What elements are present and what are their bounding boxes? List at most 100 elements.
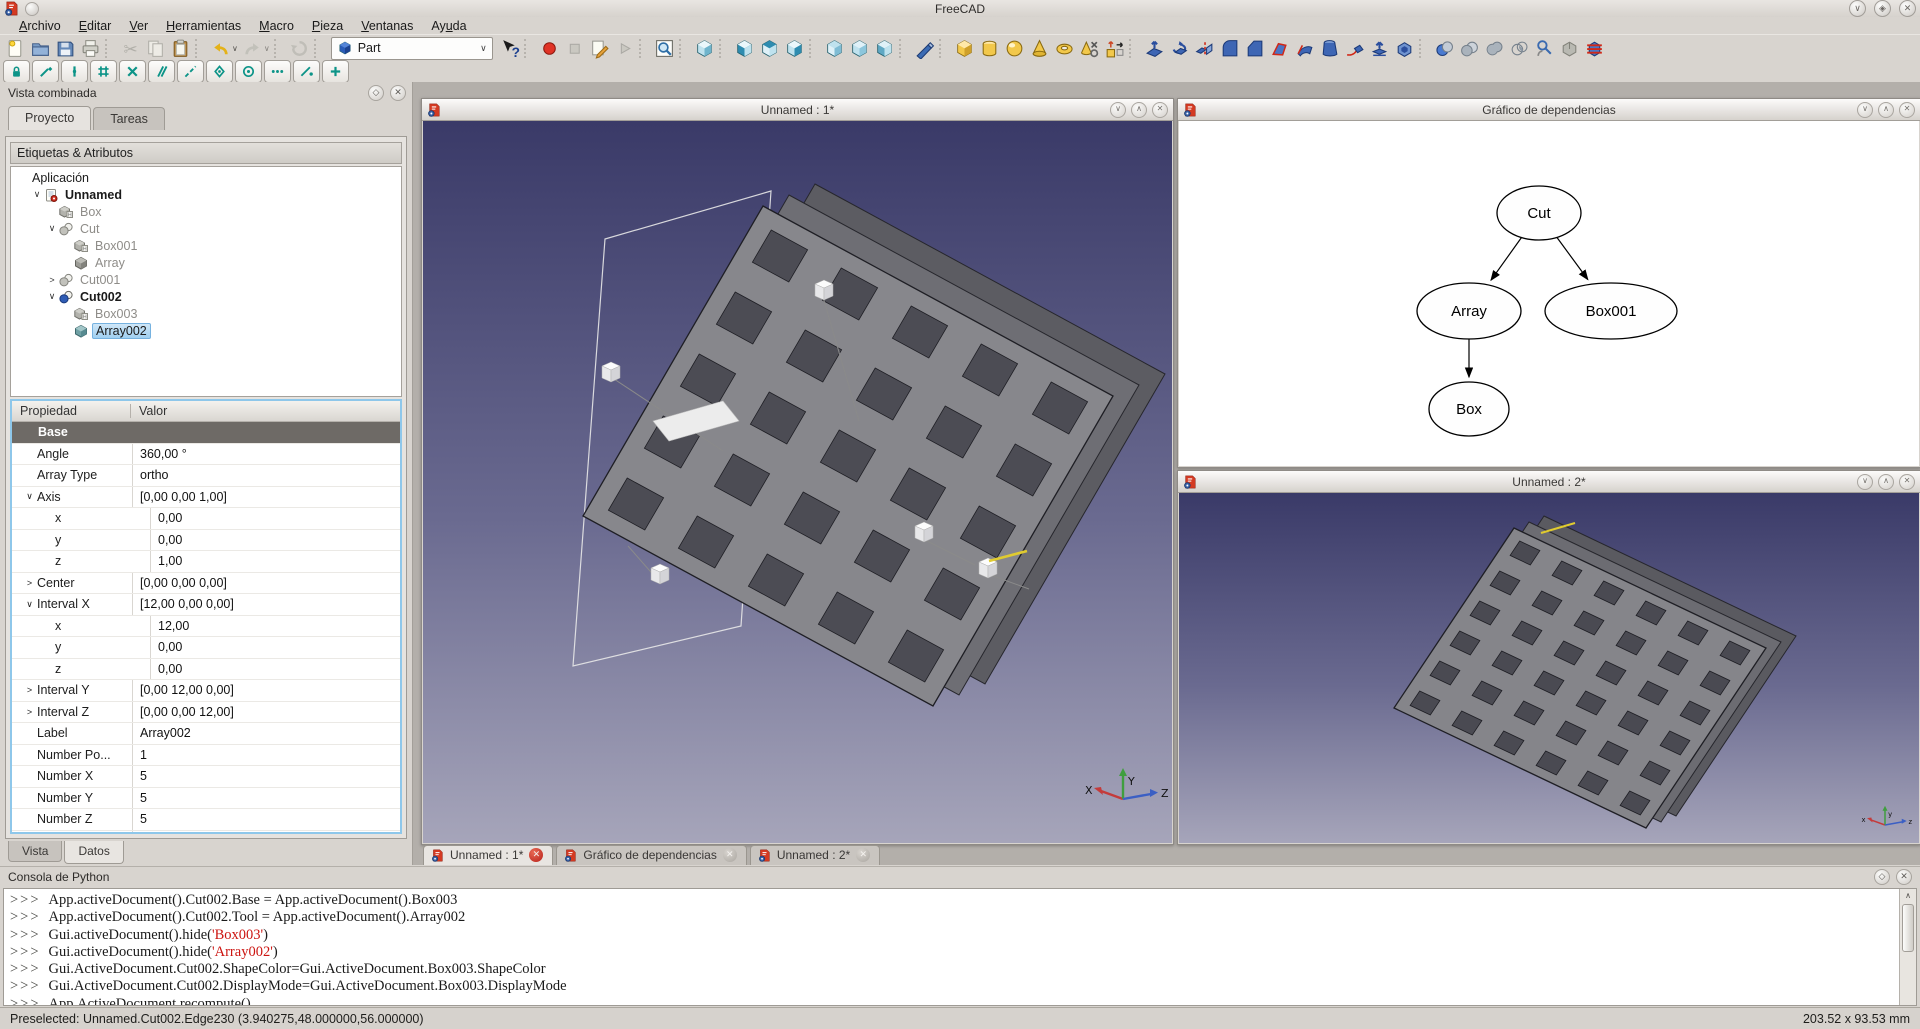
toolbar-button-view-bottom[interactable] (847, 36, 872, 60)
tab-proyecto[interactable]: Proyecto (8, 106, 91, 130)
tree-expander-icon[interactable]: ∨ (30, 189, 44, 200)
workbench-selector[interactable]: Part∨ (331, 37, 493, 60)
tab-datos[interactable]: Datos (64, 841, 123, 864)
property-row-x[interactable]: x0,00 (12, 508, 400, 530)
toolbar-button-boolean[interactable] (1432, 36, 1457, 60)
toolbar-button-fillet[interactable] (1217, 36, 1242, 60)
toolbar-button-create-primitives[interactable] (1102, 36, 1127, 60)
property-expander-icon[interactable]: > (22, 707, 37, 717)
graph-node-box[interactable]: Box (1429, 382, 1509, 436)
property-value[interactable]: 1 (133, 745, 400, 766)
column-propiedad[interactable]: Propiedad (12, 404, 131, 418)
property-value[interactable]: [0,00 0,00 0,00] (133, 573, 400, 594)
toolbar-button-boolean-intersection[interactable] (1507, 36, 1532, 60)
tree-item-unnamed[interactable]: ∨Unnamed (11, 186, 401, 203)
handle-cube[interactable] (602, 362, 620, 382)
toolbar-button-snap-midpoint[interactable] (61, 60, 88, 83)
toolbar-button-view-front[interactable] (732, 36, 757, 60)
toolbar-button-make-face[interactable] (1267, 36, 1292, 60)
property-row-x[interactable]: x12,00 (12, 616, 400, 638)
toolbar-button-view-top[interactable] (757, 36, 782, 60)
app-menu-button[interactable] (25, 2, 39, 16)
toolbar-button-file-open[interactable] (28, 36, 53, 60)
window-close-button[interactable]: ✕ (1899, 0, 1916, 17)
toolbar-button-snap-intersection[interactable] (119, 60, 146, 83)
toolbar-button-snap-dimensions[interactable] (264, 60, 291, 83)
toolbar-button-snap-parallel[interactable] (148, 60, 175, 83)
toolbar-button-ruled-surface[interactable] (1292, 36, 1317, 60)
graph-window-titlebar[interactable]: Gráfico de dependencias ∨∧✕ (1178, 99, 1920, 121)
property-row-interval-y[interactable]: >Interval Y[0,00 12,00 0,00] (12, 680, 400, 702)
handle-cube[interactable] (915, 522, 933, 542)
toolbar-button-thickness[interactable] (1392, 36, 1417, 60)
property-value[interactable]: [0,00 12,00 0,00] (133, 680, 400, 701)
toolbar-button-revolve[interactable] (1167, 36, 1192, 60)
toolbar-button-extrude[interactable] (1142, 36, 1167, 60)
property-row-interval-z[interactable]: >Interval Z[0,00 0,00 12,00] (12, 702, 400, 724)
toolbar-button-snap-endpoint[interactable] (32, 60, 59, 83)
toolbar-button-refresh[interactable] (287, 36, 312, 60)
dropdown-arrow-icon[interactable]: ∨ (264, 44, 270, 53)
property-expander-icon[interactable]: ∨ (22, 599, 37, 610)
toolbar-button-view-rear[interactable] (822, 36, 847, 60)
property-value[interactable]: [0,00 0,00 1,00] (133, 487, 400, 508)
property-row-axis[interactable]: ∨Axis[0,00 0,00 1,00] (12, 487, 400, 509)
property-row-z[interactable]: z1,00 (12, 551, 400, 573)
toolbar-button-undo[interactable]: ∨ (208, 36, 240, 60)
menu-item-ayuda[interactable]: Ayuda (422, 19, 475, 33)
toolbar-button-paste[interactable] (168, 36, 193, 60)
toolbar-button-fit-all[interactable] (652, 36, 677, 60)
property-value[interactable]: [12,00 0,00 0,00] (133, 594, 400, 615)
toolbar-button-copy[interactable] (143, 36, 168, 60)
tree-item-aplicaci-n[interactable]: Aplicación (11, 169, 401, 186)
panel-close-button[interactable]: ✕ (390, 85, 406, 101)
menu-item-ventanas[interactable]: Ventanas (352, 19, 422, 33)
property-row-number-z[interactable]: Number Z5 (12, 809, 400, 831)
toolbar-button-file-save[interactable] (53, 36, 78, 60)
dropdown-arrow-icon[interactable]: ∨ (232, 44, 238, 53)
subwindow-restore-button[interactable]: ∧ (1878, 474, 1894, 490)
property-value[interactable]: [0,00 0,00 12,00] (133, 702, 400, 723)
toolbar-button-part-cylinder[interactable] (977, 36, 1002, 60)
window-maximize-button[interactable]: ◈ (1874, 0, 1891, 17)
menu-item-pieza[interactable]: Pieza (303, 19, 352, 33)
property-row-number-x[interactable]: Number X5 (12, 766, 400, 788)
property-value[interactable]: 0,00 (151, 530, 400, 551)
toolbar-button-redo[interactable]: ∨ (240, 36, 272, 60)
graph-node-cut[interactable]: Cut (1497, 186, 1581, 240)
property-group-base[interactable]: Base (12, 422, 400, 444)
toolbar-button-snap-special[interactable] (206, 60, 233, 83)
toolbar-button-snap-lock[interactable] (3, 60, 30, 83)
close-icon[interactable]: ✕ (723, 848, 737, 862)
menu-item-macro[interactable]: Macro (250, 19, 303, 33)
property-row-interval-x[interactable]: ∨Interval X[12,00 0,00 0,00] (12, 594, 400, 616)
dependency-graph-canvas[interactable]: CutArrayBox001Box (1179, 121, 1919, 466)
close-icon[interactable]: ✕ (856, 848, 870, 862)
tree-item-cut001[interactable]: >Cut001 (11, 271, 401, 288)
toolbar-button-print[interactable] (78, 36, 103, 60)
toolbar-button-loft[interactable] (1317, 36, 1342, 60)
property-value[interactable]: 5 (133, 766, 400, 787)
column-valor[interactable]: Valor (131, 404, 167, 418)
menu-item-herramientas[interactable]: Herramientas (157, 19, 250, 33)
toolbar-button-sweep[interactable] (1342, 36, 1367, 60)
property-row-center[interactable]: >Center[0,00 0,00 0,00] (12, 573, 400, 595)
toolbar-button-part-cone[interactable] (1027, 36, 1052, 60)
3d-viewport-secondary[interactable]: xyz (1179, 493, 1919, 843)
toolbar-button-snap-grid[interactable] (90, 60, 117, 83)
toolbar-button-whats-this[interactable]: ? (497, 36, 522, 60)
toolbar-button-part-torus[interactable] (1052, 36, 1077, 60)
toolbar-button-measure[interactable] (912, 36, 937, 60)
window-minimize-button[interactable]: ∨ (1849, 0, 1866, 17)
toolbar-button-mirror[interactable] (1192, 36, 1217, 60)
subwindow-close-button[interactable]: ✕ (1899, 102, 1915, 118)
property-expander-icon[interactable]: > (22, 685, 37, 695)
window-2-titlebar[interactable]: Unnamed : 2* ∨∧✕ (1178, 471, 1920, 493)
property-value[interactable]: 5 (133, 788, 400, 809)
toolbar-button-chamfer[interactable] (1242, 36, 1267, 60)
tree-item-array[interactable]: Array (11, 254, 401, 271)
console-scrollbar[interactable]: ∧ (1899, 889, 1916, 1005)
toolbar-button-macro-record[interactable] (537, 36, 562, 60)
property-row-z[interactable]: z0,00 (12, 659, 400, 681)
toolbar-button-snap-extension[interactable] (177, 60, 204, 83)
